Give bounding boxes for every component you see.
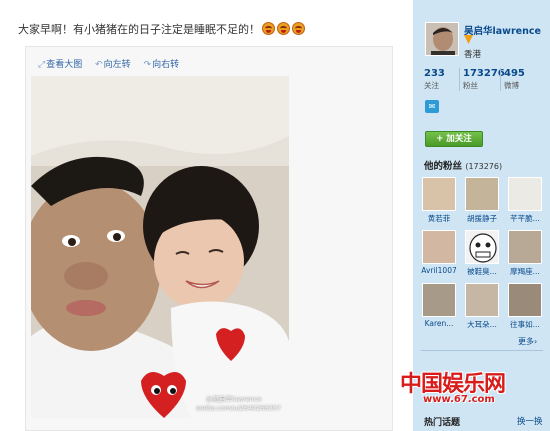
fan-avatar [508,283,542,317]
avatar[interactable] [425,22,459,56]
fan-avatar [508,230,542,264]
fan-item[interactable]: 黄若菲 [421,177,457,224]
fan-avatar [465,283,499,317]
photo-watermark-user: @吴启华lawrence [206,395,262,403]
laughing-emoji-icon [292,22,305,35]
view-large-button[interactable]: ⤢查看大图 [38,60,82,70]
fan-item[interactable]: 往事如... [507,283,543,330]
fan-avatar [508,177,542,211]
post-text: 大家早啊！有小猪猪在的日子注定是睡眠不足的！ [18,21,305,37]
follow-button[interactable]: + 加关注 [425,131,483,147]
fans-section-title: 他的粉丝 (173276) [424,161,503,172]
fan-avatar [422,283,456,317]
profile-name[interactable]: 吴启华lawrence [464,23,541,37]
zoom-icon: ⤢ [38,60,46,70]
fan-item[interactable]: 大耳朵... [464,283,500,330]
sidebar-divider [421,350,543,351]
stat-following[interactable]: 233 关注 [424,68,445,91]
fan-item[interactable]: 胡援静子 [464,177,500,224]
site-url: www.67.com [423,394,495,405]
selfie-photo-illustration [31,76,289,418]
fan-avatar [465,177,499,211]
fan-item[interactable]: 摩羯座... [507,230,543,277]
main-feed: 大家早啊！有小猪猪在的日子注定是睡眠不足的！ ⤢查看大图 ↶向左转 ↷向右转 @… [0,0,413,431]
avatar-image [426,23,458,55]
post-content: 大家早啊！有小猪猪在的日子注定是睡眠不足的！ [18,23,260,36]
profile-stats: 233 关注 173276 粉丝 495 微博 [423,68,543,92]
fan-item[interactable]: Karen... [421,283,457,328]
fan-item[interactable]: 被鞋臭... [464,230,500,277]
stat-posts[interactable]: 495 微博 [500,68,525,91]
laughing-emoji-icon [262,22,275,35]
hot-topics-title: 热门话题 [424,418,461,428]
fan-item[interactable]: Avril1007 [421,230,457,275]
weibo-page: 大家早啊！有小猪猪在的日子注定是睡眠不足的！ ⤢查看大图 ↶向左转 ↷向右转 @… [0,0,550,431]
rotate-right-button[interactable]: ↷向右转 [144,60,180,70]
message-icon[interactable]: ✉ [425,100,439,113]
fan-avatar [465,230,499,264]
rage-face-icon [469,233,497,263]
fan-avatar [422,230,456,264]
photo-watermark-url: weibo.com/u/2640266357 [196,404,281,412]
rotate-left-icon: ↶ [95,60,103,70]
stat-followers[interactable]: 173276 粉丝 [459,68,505,91]
profile-location: 香港 [464,50,482,60]
fan-avatar [422,177,456,211]
verified-badge-icon [464,35,473,44]
fan-item[interactable]: 芊芊脆... [507,177,543,224]
change-topics-link[interactable]: 换一换 [517,415,543,427]
rotate-left-button[interactable]: ↶向左转 [95,60,131,70]
laughing-emoji-icon [277,22,290,35]
more-fans-link[interactable]: 更多› [518,336,537,347]
media-toolbar: ⤢查看大图 ↶向左转 ↷向右转 [38,57,189,70]
post-photo[interactable] [31,76,289,418]
rotate-right-icon: ↷ [143,60,152,70]
